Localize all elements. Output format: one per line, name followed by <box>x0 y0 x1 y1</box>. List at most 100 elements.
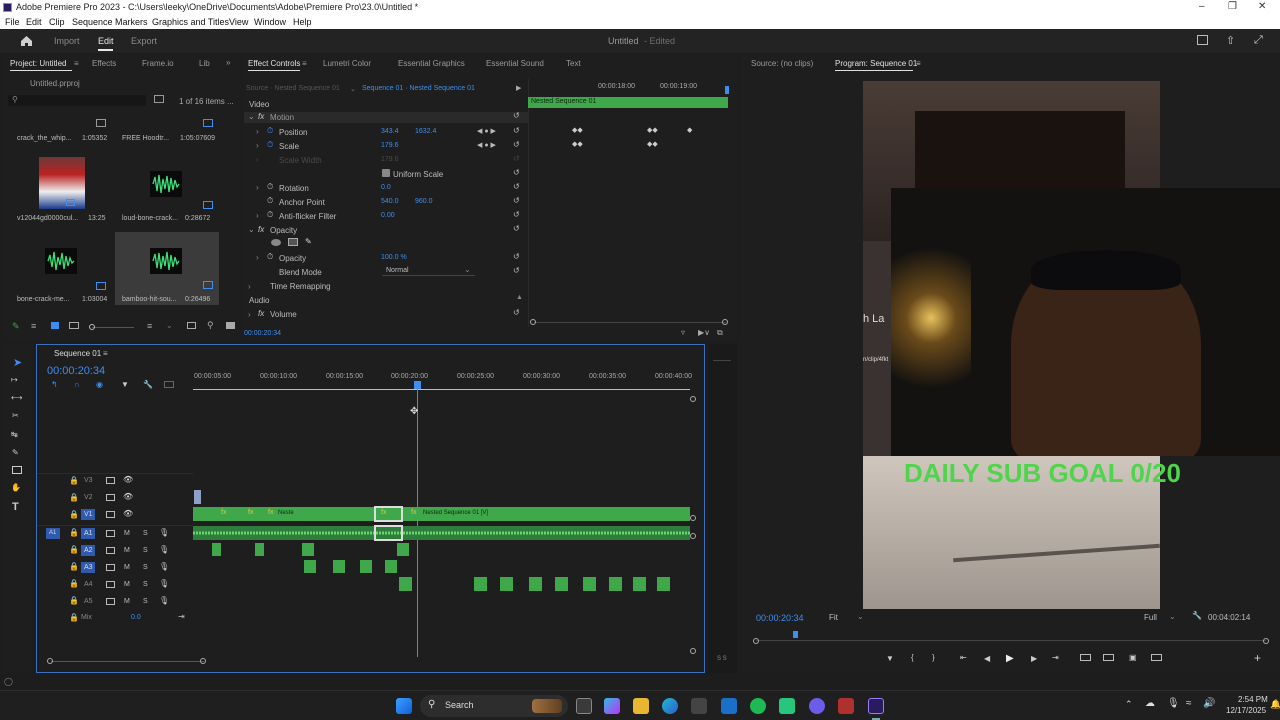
a3-clip[interactable] <box>304 560 316 573</box>
lock-icon[interactable]: 🔒 <box>69 528 79 537</box>
sync-lock-icon[interactable] <box>106 494 115 501</box>
sync-lock-icon[interactable] <box>106 598 115 605</box>
panel-overflow-icon[interactable]: » <box>226 58 230 67</box>
sequence-tab[interactable]: Sequence 01 <box>54 349 101 358</box>
program-timecode[interactable]: 00:00:20:34 <box>756 613 804 623</box>
export-frame-icon[interactable]: ▣ <box>1129 653 1137 662</box>
scroll-handle[interactable] <box>47 658 53 664</box>
a4-clip[interactable] <box>657 577 670 591</box>
solo-button[interactable]: S <box>143 581 148 588</box>
new-bin-icon[interactable] <box>154 95 164 103</box>
sync-lock-icon[interactable] <box>106 511 115 518</box>
find-icon[interactable]: ⚲ <box>207 320 214 331</box>
linked-selection-icon[interactable]: ◉ <box>96 380 103 389</box>
new-item-icon[interactable] <box>226 322 235 329</box>
item-name-1[interactable]: crack_the_whip... <box>17 135 71 142</box>
audio-thumbnail[interactable] <box>150 171 182 197</box>
tab-frameio[interactable]: Frame.io <box>142 59 174 68</box>
timeline-zoom-bar[interactable] <box>51 661 204 662</box>
ec-source[interactable]: Source · Nested Sequence 01 <box>246 85 340 92</box>
chevron-down-icon[interactable]: ⌄ <box>350 85 356 93</box>
track-label-a3[interactable]: A3 <box>84 564 93 571</box>
mute-button[interactable]: M <box>124 530 130 537</box>
lock-icon[interactable]: 🔒 <box>69 579 79 588</box>
a4-clip[interactable] <box>529 577 542 591</box>
tab-import[interactable]: Import <box>54 36 80 46</box>
mark-in-icon[interactable]: { <box>911 653 914 662</box>
clock-date[interactable]: 12/17/2025 <box>1226 706 1266 715</box>
insert-nested-icon[interactable]: ↰ <box>51 380 58 389</box>
pen-tool-icon[interactable]: ✎ <box>12 448 19 457</box>
scroll-handle[interactable] <box>1263 638 1269 644</box>
track-label-a5[interactable]: A5 <box>84 598 93 605</box>
reset-icon[interactable]: ↺ <box>513 196 520 205</box>
scroll-handle[interactable] <box>690 648 696 654</box>
sync-lock-icon[interactable] <box>106 547 115 554</box>
ripple-edit-icon[interactable]: ⟷ <box>11 393 22 402</box>
spotify-icon[interactable] <box>750 698 766 714</box>
microphone-icon[interactable]: 🎙 <box>1167 698 1180 709</box>
go-to-out-icon[interactable]: ⇥ <box>1052 653 1059 662</box>
menu-graphics[interactable]: Graphics and Titles <box>152 17 229 27</box>
tab-export[interactable]: Export <box>131 36 157 46</box>
snap-icon[interactable]: ∩ <box>74 380 80 389</box>
sync-lock-icon[interactable] <box>106 564 115 571</box>
rectangle-mask-icon[interactable] <box>288 238 298 246</box>
a1-clip-strip[interactable] <box>193 526 690 540</box>
a4-clip[interactable] <box>474 577 487 591</box>
item-name-4[interactable]: loud-bone-crack... <box>122 215 178 222</box>
icon-view-icon[interactable] <box>51 322 59 329</box>
chevron-down-icon[interactable]: ⌄ <box>1169 612 1176 621</box>
microphone-icon[interactable]: 🎙 <box>159 545 169 554</box>
microphone-icon[interactable]: 🎙 <box>159 528 169 537</box>
selection-tool-icon[interactable]: ➤ <box>13 356 22 369</box>
razor-tool-icon[interactable]: ✂ <box>12 411 19 420</box>
tab-text[interactable]: Text <box>566 59 581 68</box>
restore-icon[interactable]: ❐ <box>1228 1 1237 12</box>
prop-rotation-value[interactable]: 0.0 <box>381 184 391 191</box>
stopwatch-icon[interactable]: ⏱ <box>267 196 273 206</box>
scroll-handle[interactable] <box>722 319 728 325</box>
track-select-icon[interactable]: ↦ <box>11 375 18 384</box>
a3-clip[interactable] <box>385 560 397 573</box>
store-icon[interactable] <box>691 698 707 714</box>
wrench-icon[interactable]: 🔧 <box>143 380 153 389</box>
a2-clip[interactable] <box>397 543 409 556</box>
expand-icon[interactable]: › <box>256 253 259 262</box>
scroll-up-icon[interactable]: ▲ <box>516 294 523 301</box>
ec-timecode[interactable]: 00:00:20:34 <box>244 330 281 337</box>
comparison-view-icon[interactable] <box>1151 654 1162 661</box>
tab-essential-graphics[interactable]: Essential Graphics <box>398 59 465 68</box>
extract-icon[interactable] <box>1103 654 1114 661</box>
prop-opacity-value[interactable]: 100.0 % <box>381 254 407 261</box>
sync-lock-icon[interactable] <box>106 477 115 484</box>
prop-scale-value[interactable]: 179.6 <box>381 142 399 149</box>
type-tool-icon[interactable]: T <box>12 501 19 513</box>
expand-icon[interactable]: › <box>256 127 259 136</box>
windows-start-icon[interactable] <box>396 698 412 714</box>
reset-icon[interactable]: ↺ <box>513 111 520 120</box>
expand-icon[interactable]: › <box>256 211 259 220</box>
tab-menu-icon[interactable]: ≡ <box>302 59 307 68</box>
timeline-playhead-head[interactable] <box>414 381 421 389</box>
program-playhead[interactable] <box>793 631 798 638</box>
audio-thumbnail[interactable] <box>45 248 77 274</box>
solo-button[interactable]: S <box>143 547 148 554</box>
reset-icon[interactable]: ↺ <box>513 266 520 275</box>
eye-icon[interactable]: 👁 <box>123 475 133 484</box>
reset-icon[interactable]: ↺ <box>513 126 520 135</box>
tab-menu-icon[interactable]: ≡ <box>103 349 108 358</box>
sync-lock-icon[interactable] <box>106 581 115 588</box>
blend-mode-select[interactable]: Normal ⌄ <box>382 265 475 276</box>
keyframe-icon[interactable]: ◆◆ <box>647 126 658 134</box>
menu-help[interactable]: Help <box>293 17 312 27</box>
stopwatch-icon[interactable]: ⏱ <box>267 182 273 192</box>
tab-lumetri-color[interactable]: Lumetri Color <box>323 59 371 68</box>
play-triangle-icon[interactable]: ▶ <box>516 84 521 92</box>
a3-clip[interactable] <box>333 560 345 573</box>
sort-icon[interactable]: ≡ <box>147 321 152 331</box>
a4-clip[interactable] <box>399 577 412 591</box>
mute-button[interactable]: M <box>124 581 130 588</box>
microphone-icon[interactable]: 🎙 <box>159 579 169 588</box>
reset-icon[interactable]: ↺ <box>513 224 520 233</box>
